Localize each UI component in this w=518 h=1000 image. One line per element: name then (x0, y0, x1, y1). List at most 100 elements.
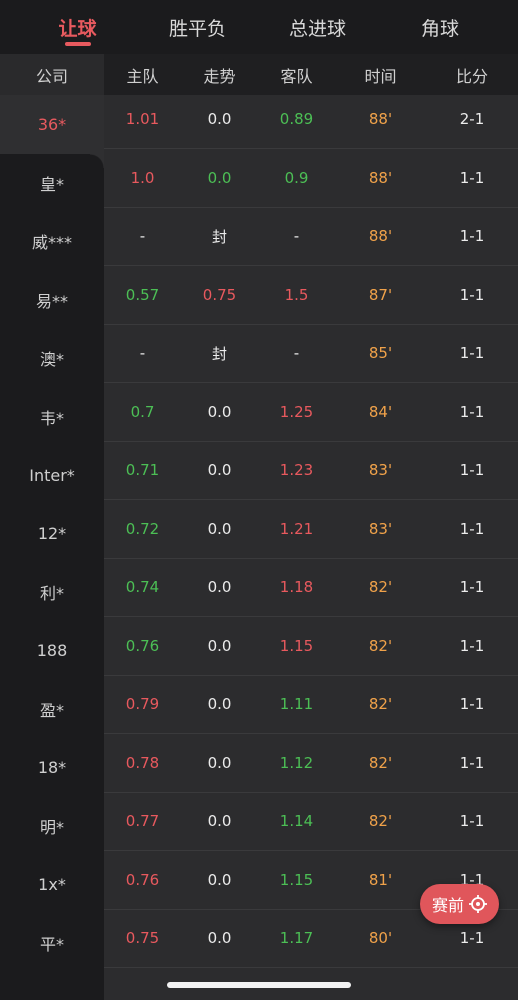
cell-score: 1-1 (459, 812, 485, 831)
tab-handicap[interactable]: 让球 (0, 0, 155, 54)
table-row[interactable]: 1.0 0.0 0.9 88' 1-1 (104, 149, 518, 208)
cell-home: 0.77 (125, 812, 160, 831)
cell-time: 82' (368, 753, 393, 772)
tab-win-draw-lose-label: 胜平负 (168, 17, 226, 40)
cell-trend: 0.0 (207, 461, 232, 480)
company-item[interactable]: 18* (0, 739, 104, 798)
cell-home: 0.74 (125, 578, 160, 597)
cell-time: 88' (368, 227, 393, 246)
cell-trend: 0.0 (207, 578, 232, 597)
company-item[interactable]: 188 (0, 622, 104, 681)
company-item[interactable]: 平* (0, 914, 104, 973)
cell-away: 1.15 (279, 870, 314, 889)
tab-corners[interactable]: 角球 (395, 0, 485, 54)
cell-trend: 0.0 (207, 110, 232, 129)
table-row[interactable]: 1.01 0.0 0.89 88' 2-1 (104, 91, 518, 149)
cell-trend: 0.0 (207, 402, 232, 421)
cell-score: 2-1 (459, 110, 485, 129)
table-row[interactable]: 0.7 0.0 1.25 84' 1-1 (104, 383, 518, 442)
cell-away: 0.9 (284, 168, 309, 187)
cell-score: 1-1 (459, 519, 485, 538)
cell-away: 1.18 (279, 578, 314, 597)
active-tab-indicator (64, 42, 91, 46)
table-row[interactable]: - 封 - 85' 1-1 (104, 325, 518, 383)
cell-trend: 0.0 (207, 870, 232, 889)
company-item[interactable]: 1x* (0, 856, 104, 915)
company-header: 公司 (0, 54, 104, 95)
cell-home: 0.7 (130, 402, 155, 421)
table-row[interactable]: 0.71 0.0 1.23 83' 1-1 (104, 442, 518, 500)
company-item[interactable]: 澳* (0, 329, 104, 388)
company-list: 36* 皇* 威*** 易** 澳* 韦* Inter* 12* 利* 188 盈* 18* 明* 1x*… (0, 95, 104, 973)
cell-away: 1.17 (279, 929, 314, 948)
company-item[interactable]: 皇* (0, 154, 104, 213)
cell-home: - (139, 227, 146, 246)
cell-score: 1-1 (459, 929, 485, 948)
cell-time: 82' (368, 636, 393, 655)
cell-time: 85' (368, 344, 393, 363)
cell-time: 88' (368, 168, 393, 187)
cell-trend: 0.0 (207, 753, 232, 772)
cell-time: 88' (368, 110, 393, 129)
cell-trend: 0.0 (207, 929, 232, 948)
cell-away: 1.25 (279, 402, 314, 421)
cell-home: 0.75 (125, 929, 160, 948)
cell-away: - (293, 227, 300, 246)
tab-win-draw-lose[interactable]: 胜平负 (155, 0, 240, 54)
tab-handicap-label: 让球 (58, 17, 97, 40)
tab-total-goals-label: 总进球 (288, 17, 346, 40)
cell-score: 1-1 (459, 636, 485, 655)
cell-trend: 封 (211, 344, 227, 363)
cell-away: 1.21 (279, 519, 314, 538)
table-row[interactable]: 0.77 0.0 1.14 82' 1-1 (104, 793, 518, 851)
tab-bar: 让球 胜平负 总进球 角球 (0, 0, 518, 54)
table-row[interactable]: 0.57 0.75 1.5 87' 1-1 (104, 266, 518, 325)
header-score: 比分 (455, 66, 488, 86)
cell-score: 1-1 (459, 753, 485, 772)
cell-home: - (139, 344, 146, 363)
table-row[interactable]: 0.79 0.0 1.11 82' 1-1 (104, 676, 518, 734)
company-item[interactable]: 36* (0, 95, 104, 167)
cell-home: 0.76 (125, 870, 160, 889)
header-away: 客队 (280, 66, 313, 86)
cell-time: 81' (368, 870, 393, 889)
company-item[interactable]: 盈* (0, 680, 104, 739)
cell-away: 1.23 (279, 461, 314, 480)
company-item[interactable]: 易** (0, 271, 104, 330)
cell-trend: 0.0 (207, 812, 232, 831)
cell-score: 1-1 (459, 285, 485, 304)
company-item[interactable]: Inter* (0, 446, 104, 505)
cell-away: 1.11 (279, 695, 314, 714)
cell-trend: 0.0 (207, 695, 232, 714)
cell-home: 0.76 (125, 636, 160, 655)
company-item[interactable]: 明* (0, 797, 104, 856)
cell-score: 1-1 (459, 578, 485, 597)
cell-time: 87' (368, 285, 393, 304)
company-item[interactable]: 威*** (0, 212, 104, 271)
cell-away: 1.12 (279, 753, 314, 772)
cell-score: 1-1 (459, 695, 485, 714)
table-body[interactable]: 0.770.01.1487'2-11.010.00.8988'2-11.00.0… (104, 54, 518, 968)
cell-home: 0.71 (125, 461, 160, 480)
tab-total-goals[interactable]: 总进球 (240, 0, 395, 54)
cell-away: 0.89 (279, 110, 314, 129)
pre-match-button[interactable]: 赛前 (420, 884, 499, 924)
cell-home: 0.72 (125, 519, 160, 538)
company-item[interactable]: 利* (0, 563, 104, 622)
cell-score: 1-1 (459, 461, 485, 480)
cell-score: 1-1 (459, 227, 485, 246)
cell-away: - (293, 344, 300, 363)
company-item[interactable]: 12* (0, 505, 104, 564)
table-row[interactable]: - 封 - 88' 1-1 (104, 208, 518, 266)
cell-away: 1.5 (284, 285, 309, 304)
table-row[interactable]: 0.76 0.0 1.15 82' 1-1 (104, 617, 518, 676)
home-indicator (167, 982, 351, 988)
cell-home: 1.0 (130, 168, 155, 187)
table-row[interactable]: 0.78 0.0 1.12 82' 1-1 (104, 734, 518, 793)
company-item[interactable]: 韦* (0, 388, 104, 447)
cell-score: 1-1 (459, 344, 485, 363)
table-row[interactable]: 0.72 0.0 1.21 83' 1-1 (104, 500, 518, 559)
cell-away: 1.15 (279, 636, 314, 655)
header-time: 时间 (364, 66, 397, 86)
table-row[interactable]: 0.74 0.0 1.18 82' 1-1 (104, 559, 518, 617)
